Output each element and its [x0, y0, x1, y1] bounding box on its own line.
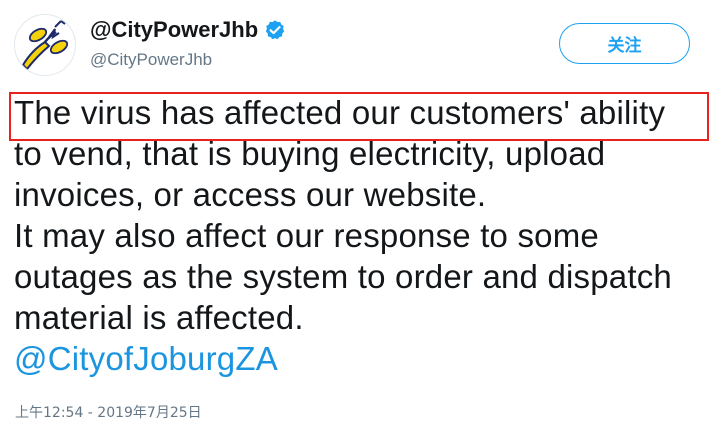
tweet-line: The virus has affected our customers' ab…	[14, 94, 666, 131]
tweet-line: to vend, that is buying electricity, upl…	[14, 135, 606, 172]
mention-link[interactable]: @CityofJoburgZA	[14, 340, 278, 377]
display-name[interactable]: @CityPowerJhb	[90, 17, 286, 43]
tweet-line: It may also affect our response to some	[14, 217, 599, 254]
tweet-timestamp[interactable]: 上午12:54 - 2019年7月25日	[15, 402, 202, 422]
tweet-line-mention: @CityofJoburgZA	[14, 338, 717, 379]
display-name-text[interactable]: @CityPowerJhb	[90, 17, 258, 43]
tweet-line: outages as the system to order and dispa…	[14, 258, 672, 295]
avatar[interactable]	[14, 14, 76, 76]
follow-button[interactable]: 关注	[559, 23, 690, 64]
verified-badge-icon	[265, 20, 285, 40]
tweet-line: invoices, or access our website.	[14, 176, 487, 213]
tweet-card: @CityPowerJhb @CityPowerJhb 关注 The virus…	[0, 0, 721, 435]
tweet-line: material is affected.	[14, 299, 304, 336]
city-power-logo-icon	[21, 20, 69, 71]
tweet-text: The virus has affected our customers' ab…	[14, 92, 717, 379]
user-handle[interactable]: @CityPowerJhb	[90, 50, 212, 70]
